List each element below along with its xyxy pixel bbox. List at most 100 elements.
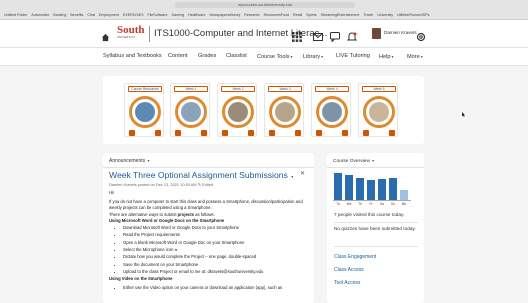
card-right-button[interactable] [342, 130, 348, 136]
chart-x-label: We [346, 202, 352, 206]
chart-bar [356, 178, 364, 200]
card-label: Week 1 [174, 86, 208, 92]
card-label: Week 4 [315, 86, 349, 92]
chat-icon[interactable] [330, 29, 340, 43]
card-left-button[interactable] [129, 130, 135, 136]
divider [327, 167, 424, 168]
chart-bar [378, 179, 386, 200]
avatar[interactable] [372, 28, 381, 39]
bookmark-item[interactable]: FileSoftware [148, 11, 168, 19]
announcement-title[interactable]: Week Three Optional Assignment Submissio… [109, 170, 293, 182]
nav-more[interactable]: More▾ [407, 52, 423, 62]
bookmark-item[interactable]: Research [244, 11, 259, 19]
nav-library[interactable]: Library▾ [303, 52, 323, 62]
card-week-1[interactable]: Week 1 [170, 83, 210, 137]
mouse-cursor [462, 104, 465, 117]
divider [334, 222, 418, 223]
divider [103, 167, 314, 168]
card-week-3[interactable]: Week 3 [264, 83, 304, 137]
visitors-text: 7 people visited this course today. [334, 212, 405, 217]
chevron-down-icon: ▾ [321, 54, 324, 59]
bookmark-item[interactable]: Sports [306, 11, 316, 19]
list-item: Read the Project requirements [123, 231, 309, 238]
card-right-button[interactable] [295, 130, 301, 136]
bookmark-item[interactable]: EXERCISES [123, 11, 144, 19]
nav-grades[interactable]: Grades [198, 52, 216, 61]
card-label: Week 3 [268, 86, 302, 92]
card-image [363, 96, 395, 128]
bookmark-item[interactable]: Retail [293, 11, 302, 19]
card-week-4[interactable]: Week 4 [311, 83, 351, 137]
bookmark-item[interactable]: Automotive [31, 11, 49, 19]
chart-x-label: Su [391, 202, 395, 206]
university-logo[interactable]: South UNIVERSITY [117, 25, 145, 43]
chart-bar [334, 173, 342, 200]
microphone-info-icon: ● [174, 246, 178, 252]
nav-classlist[interactable]: Classlist [226, 52, 247, 61]
chart-x-label: Fr [369, 202, 373, 206]
bookmark-item[interactable]: Banking [53, 11, 66, 19]
course-overview-heading[interactable]: Course Overview ▾ [333, 158, 374, 164]
list-item: Download Microsoft Word or Google Docs t… [123, 224, 309, 231]
card-week-5[interactable]: Week 5 [358, 83, 398, 137]
card-right-button[interactable] [248, 130, 254, 136]
app-header: South UNIVERSITY ITS1000-Computer and In… [0, 20, 528, 48]
card-right-button[interactable] [155, 130, 161, 136]
card-label: Week 2 [221, 86, 255, 92]
list-item: Dictate how you would complete the Proje… [123, 253, 309, 260]
chevron-down-icon[interactable]: ▾ [148, 158, 150, 163]
card-course-resources[interactable]: Course Resources [124, 83, 164, 137]
bookmark-item[interactable]: Benefits [70, 11, 83, 19]
bookmark-item[interactable]: ResourcesFood [264, 11, 289, 19]
bookmark-item[interactable]: Travel [363, 11, 373, 19]
steps-list: Either use the Video option on your came… [109, 284, 309, 291]
bookmarks-bar: Untitled Folder Automotive Banking Benefits… [0, 11, 528, 19]
chevron-down-icon[interactable]: ▾ [372, 158, 374, 163]
announcements-heading[interactable]: Announcements ▾ [109, 158, 150, 164]
visits-chart [333, 170, 411, 201]
url-bar[interactable]: mycourses.southuniversity.edu [175, 2, 355, 8]
list-item: Open a blank Microsoft Word or Google Do… [123, 239, 309, 246]
card-left-button[interactable] [363, 130, 369, 136]
card-right-button[interactable] [201, 130, 207, 136]
link-tool-access[interactable]: Tool Access [334, 280, 360, 286]
notification-icon[interactable] [346, 29, 358, 41]
user-name[interactable]: Damien Kravets [384, 30, 417, 35]
edit-icon: ✎ [197, 182, 201, 187]
card-left-button[interactable] [175, 130, 181, 136]
message-icon[interactable] [313, 29, 323, 41]
bookmark-item[interactable]: Chat [87, 11, 95, 19]
card-week-2[interactable]: Week 2 [217, 83, 257, 137]
bookmark-item[interactable]: UtilitiesPhones/ISPs [397, 11, 429, 19]
chart-x-label: Tu [336, 202, 340, 206]
close-icon[interactable]: ✕ [300, 170, 305, 177]
chevron-down-icon[interactable]: ▾ [291, 174, 293, 179]
section-heading: Using Video on the Smartphone [109, 276, 173, 282]
card-left-button[interactable] [316, 130, 322, 136]
link-class-engagement[interactable]: Class Engagement [334, 254, 376, 260]
list-item: Select the Microphone icon ● [123, 246, 309, 253]
bookmark-item[interactable]: Gaming [172, 11, 185, 19]
home-icon[interactable] [101, 29, 110, 42]
nav-content[interactable]: Content [168, 52, 188, 61]
bookmark-item[interactable]: Untitled Folder [4, 11, 27, 19]
card-label: Course Resources [128, 86, 162, 92]
bookmark-item[interactable]: University [377, 11, 393, 19]
nav-course-tools[interactable]: Course Tools▾ [257, 52, 293, 62]
nav-syllabus[interactable]: Syllabus and Textbooks [103, 52, 162, 61]
card-right-button[interactable] [389, 130, 395, 136]
nav-live-tutoring[interactable]: LIVE Tutoring [336, 52, 370, 61]
settings-icon[interactable] [416, 29, 426, 42]
list-item: Upload to the class Project or email to … [123, 268, 309, 275]
bookmark-item[interactable]: NewspapersMoney [209, 11, 240, 19]
course-navbar: Syllabus and Textbooks Content Grades Cl… [0, 48, 528, 66]
nav-help[interactable]: Help▾ [379, 52, 394, 62]
link-class-access[interactable]: Class Access [334, 267, 364, 273]
card-left-button[interactable] [222, 130, 228, 136]
bookmark-item[interactable]: Employment [99, 11, 119, 19]
card-image [316, 96, 348, 128]
card-left-button[interactable] [269, 130, 275, 136]
bookmark-item[interactable]: StreamingEntertainment [321, 11, 360, 19]
grid-icon[interactable] [292, 29, 302, 42]
bookmark-item[interactable]: Healthcare [188, 11, 205, 19]
